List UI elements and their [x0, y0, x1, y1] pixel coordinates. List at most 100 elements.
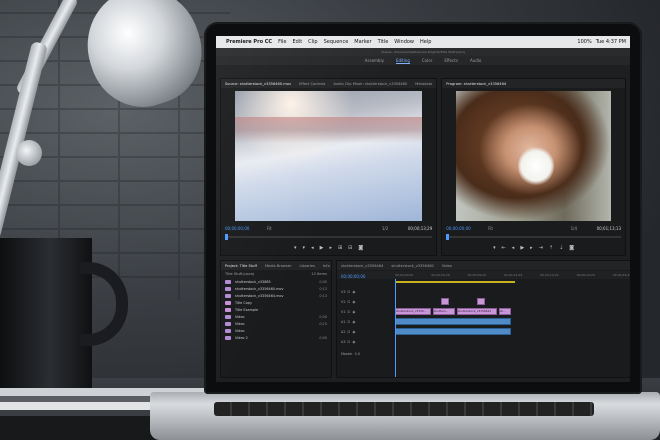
program-scrubber[interactable]: [446, 234, 621, 240]
track-visibility-icon[interactable]: ◉: [352, 300, 355, 304]
video-clip[interactable]: sh…: [499, 308, 511, 315]
track-header[interactable]: A2 ⊡ ◉: [337, 330, 387, 334]
tab-media-browser[interactable]: Media Browser: [265, 264, 292, 268]
overwrite-icon[interactable]: ⊟: [348, 245, 352, 251]
master-level[interactable]: 0.0: [355, 352, 360, 356]
insert-icon[interactable]: ⊞: [338, 245, 342, 251]
menu-window[interactable]: Window: [394, 39, 414, 45]
track-lock-icon[interactable]: ⊡: [347, 330, 350, 334]
menu-file[interactable]: File: [278, 39, 286, 45]
timeline-track[interactable]: V3 ⊡ ◉: [337, 287, 630, 296]
go-to-in-icon[interactable]: ⇤: [502, 245, 506, 251]
timeline-timecode[interactable]: 00;00;00;00: [341, 274, 365, 279]
track-header[interactable]: V3 ⊡ ◉: [337, 290, 387, 294]
source-fit-select[interactable]: Fit: [267, 226, 272, 231]
workspace-color[interactable]: Color: [422, 58, 432, 63]
program-resolution-select[interactable]: 1/4: [571, 226, 577, 231]
tab-sequence-3[interactable]: Video: [442, 264, 452, 268]
source-timecode[interactable]: 00;00;00;00: [225, 226, 249, 231]
workspace-assembly[interactable]: Assembly: [365, 58, 384, 63]
track-header[interactable]: A1 ⊡ ◉: [337, 320, 387, 324]
workspace-effects[interactable]: Effects: [444, 58, 458, 63]
track-visibility-icon[interactable]: ◉: [352, 330, 355, 334]
tab-info[interactable]: Info: [323, 264, 330, 268]
mark-out-icon[interactable]: ▾: [303, 245, 306, 251]
tab-source[interactable]: Source: shutterstock_v3356460.mov: [225, 82, 291, 86]
play-icon[interactable]: ▶: [320, 245, 324, 251]
step-forward-icon[interactable]: ▸: [329, 245, 332, 251]
tab-program[interactable]: Program: shutterstock_v3356464: [446, 82, 506, 86]
tab-metadata[interactable]: Metadata: [415, 82, 432, 86]
master-track[interactable]: Master 0.0: [337, 349, 630, 358]
work-area-bar[interactable]: [395, 281, 515, 283]
export-frame-icon[interactable]: ◙: [358, 245, 363, 251]
step-back-icon[interactable]: ◂: [311, 245, 314, 251]
program-fit-select[interactable]: Fit: [488, 226, 493, 231]
program-video-frame[interactable]: [456, 91, 611, 221]
track-visibility-icon[interactable]: ◉: [352, 290, 355, 294]
title-clip[interactable]: [441, 298, 449, 305]
track-lock-icon[interactable]: ⊡: [347, 320, 350, 324]
clock[interactable]: Tue 4:37 PM: [596, 39, 626, 45]
track-lock-icon[interactable]: ⊡: [347, 310, 350, 314]
track-lock-icon[interactable]: ⊡: [347, 290, 350, 294]
extract-icon[interactable]: ⇣: [559, 245, 563, 251]
menu-title[interactable]: Title: [378, 39, 389, 45]
mark-in-icon[interactable]: ▾: [294, 245, 297, 251]
menu-clip[interactable]: Clip: [308, 39, 317, 45]
track-header[interactable]: V1 ⊡ ◉: [337, 310, 387, 314]
step-forward-icon[interactable]: ▸: [530, 245, 533, 251]
project-item[interactable]: Video 2 0;00: [221, 334, 331, 341]
menu-marker[interactable]: Marker: [354, 39, 371, 45]
export-frame-icon[interactable]: ◙: [569, 245, 574, 251]
project-item[interactable]: Video 0;00: [221, 313, 331, 320]
workspace-audio[interactable]: Audio: [470, 58, 481, 63]
tab-project[interactable]: Project: Title Stuff: [225, 264, 257, 268]
title-clip[interactable]: [477, 298, 485, 305]
audio-clip[interactable]: [395, 318, 511, 325]
video-clip[interactable]: shutterstock_v3356…: [395, 308, 431, 315]
play-icon[interactable]: ▶: [520, 245, 524, 251]
program-timecode[interactable]: 00;00;00;00: [446, 226, 470, 231]
tab-effect-controls[interactable]: Effect Controls: [299, 82, 325, 86]
menu-sequence[interactable]: Sequence: [324, 39, 349, 45]
battery-level[interactable]: 100%: [577, 39, 591, 45]
menu-edit[interactable]: Edit: [292, 39, 302, 45]
menu-help[interactable]: Help: [420, 39, 431, 45]
track-lock-icon[interactable]: ⊡: [347, 300, 350, 304]
track-visibility-icon[interactable]: ◉: [352, 340, 355, 344]
project-item[interactable]: Video: [221, 327, 331, 334]
video-clip[interactable]: shutterstock_v3356464: [457, 308, 497, 315]
project-item[interactable]: Title Copy: [221, 299, 331, 306]
timeline-track[interactable]: A3 ⊡ ◉: [337, 337, 630, 346]
playhead[interactable]: [395, 279, 396, 377]
project-item-duration: 0;15: [319, 321, 327, 326]
mark-in-icon[interactable]: ▾: [493, 245, 496, 251]
track-visibility-icon[interactable]: ◉: [352, 320, 355, 324]
workspace-editing[interactable]: Editing: [395, 58, 410, 64]
track-visibility-icon[interactable]: ◉: [352, 310, 355, 314]
tab-sequence-2[interactable]: shutterstock_v3356460: [391, 264, 433, 268]
source-video-frame[interactable]: [235, 91, 423, 221]
project-item[interactable]: Title Example: [221, 306, 331, 313]
project-item-name: Title Copy: [235, 300, 252, 305]
tab-libraries[interactable]: Libraries: [299, 264, 315, 268]
video-clip[interactable]: shutters…: [433, 308, 455, 315]
lift-icon[interactable]: ⇡: [549, 245, 553, 251]
project-item[interactable]: shutterstock_v3356460.mov 0;13: [221, 285, 331, 292]
source-resolution-select[interactable]: 1/2: [382, 226, 388, 231]
step-back-icon[interactable]: ◂: [512, 245, 515, 251]
source-scrubber[interactable]: [225, 234, 433, 240]
track-header[interactable]: V2 ⊡ ◉: [337, 300, 387, 304]
project-item[interactable]: shutterstock_v33885 0;00: [221, 278, 331, 285]
go-to-out-icon[interactable]: ⇥: [539, 245, 543, 251]
track-lock-icon[interactable]: ⊡: [347, 340, 350, 344]
track-header[interactable]: A3 ⊡ ◉: [337, 340, 387, 344]
project-item[interactable]: shutterstock_v3356464.mov 0;13: [221, 292, 331, 299]
app-menu[interactable]: Premiere Pro CC: [226, 39, 272, 45]
project-item[interactable]: Video 0;15: [221, 320, 331, 327]
timeline-ruler[interactable]: 00;00;00;00 00;00;04;29 00;00;09;29 00;00;1…: [337, 271, 630, 279]
audio-clip[interactable]: [395, 328, 511, 335]
tab-sequence-1[interactable]: shutterstock_v3356464: [341, 264, 383, 268]
tab-audio-clip-mixer[interactable]: Audio Clip Mixer: shutterstock_v3356460: [333, 82, 407, 86]
